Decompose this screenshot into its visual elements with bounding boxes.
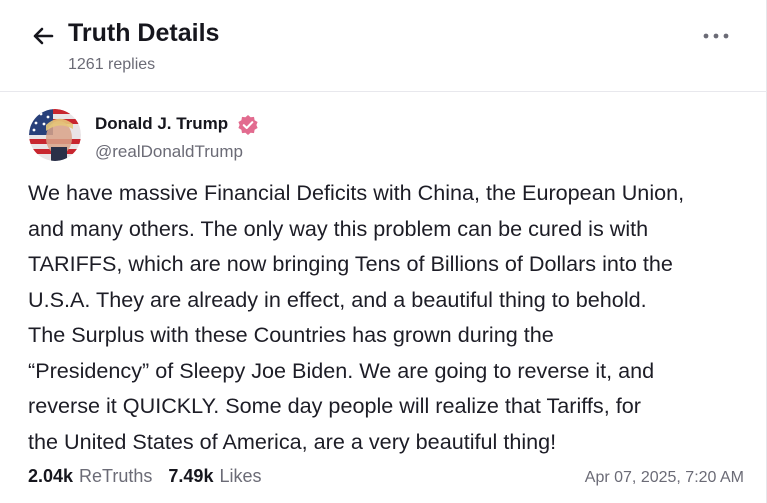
arrow-left-icon [33,27,54,45]
back-button[interactable] [30,23,56,49]
author-handle[interactable]: @realDonaldTrump [95,142,243,162]
page-header: Truth Details 1261 replies [0,0,767,92]
likes-count[interactable]: 7.49k [168,466,213,487]
more-options-button[interactable] [700,26,732,46]
post-timestamp: Apr 07, 2025, 7:20 AM [584,469,744,486]
ellipsis-icon [703,33,729,39]
likes-label[interactable]: Likes [219,466,261,487]
author-name[interactable]: Donald J. Trump [95,114,228,134]
verified-badge-icon [238,115,258,135]
reply-count: 1261 replies [68,56,156,73]
truth-details-page: Truth Details 1261 replies Donald J. Tru… [0,0,767,503]
page-title: Truth Details [68,19,220,47]
retruths-label[interactable]: ReTruths [79,466,152,487]
avatar[interactable] [29,109,81,161]
post-stats: 2.04k ReTruths 7.49k Likes [28,466,261,487]
post-body-text: We have massive Financial Deficits with … [28,180,685,454]
retruths-count[interactable]: 2.04k [28,466,73,487]
